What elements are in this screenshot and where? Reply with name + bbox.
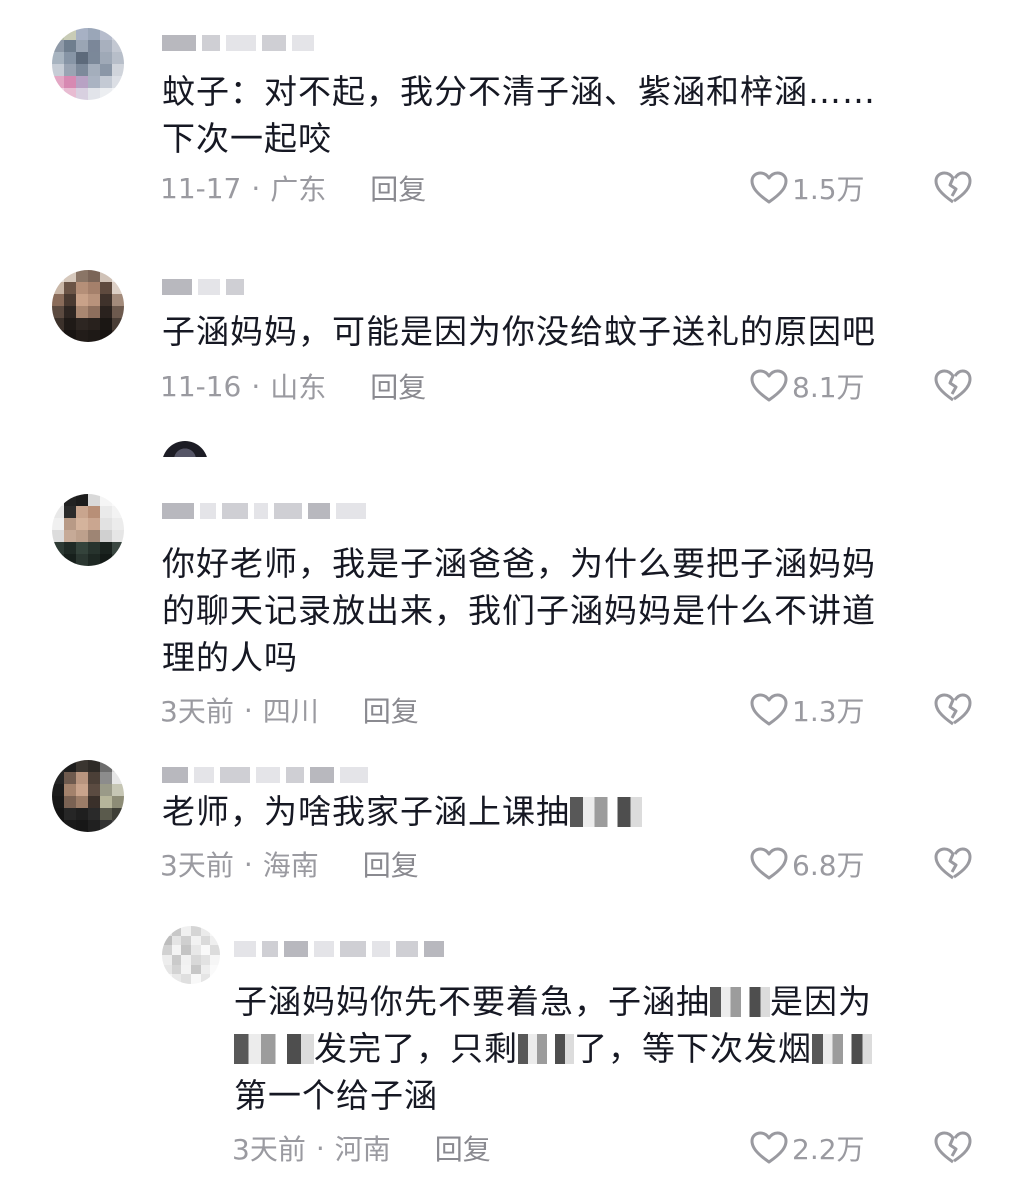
dislike-button[interactable] [933,844,973,884]
comment-text: 老师，为啥我家子涵上课抽 [162,788,642,835]
like-button[interactable]: 8.1万 [750,366,865,406]
heart-outline-icon [750,1131,788,1164]
comment-date: 3天前 [160,849,234,882]
avatar[interactable] [52,28,124,100]
like-button[interactable]: 6.8万 [750,844,865,884]
censor-mosaic [710,987,770,1017]
reply-button[interactable]: 回复 [435,1128,491,1168]
broken-heart-icon [934,693,972,726]
like-count: 2.2万 [792,1133,865,1166]
comment-date: 11-16 [160,369,242,403]
reply-button[interactable]: 回复 [370,168,426,208]
username-blurred[interactable] [162,276,244,298]
separator-dot: · [243,847,253,881]
username-blurred[interactable] [162,764,368,786]
reply-text-line2: 发完了，只剩 [314,1029,518,1068]
comment-location: 山东 [270,371,327,404]
like-button[interactable]: 1.3万 [750,690,865,730]
comment-location: 河南 [334,1133,391,1166]
comment-text-visible: 老师，为啥我家子涵上课抽 [162,792,570,831]
reply-button[interactable]: 回复 [363,690,419,730]
comment-date: 11-17 [160,171,242,205]
avatar[interactable] [162,926,220,984]
dislike-button[interactable] [933,690,973,730]
reply-text-line3: 第一个给子涵 [234,1076,438,1115]
partial-avatar [162,441,208,457]
avatar[interactable] [52,760,124,832]
dislike-button[interactable] [933,1128,973,1168]
censor-mosaic [518,1034,574,1064]
comment-meta: 3天前 · 海南 回复 [160,844,419,884]
username-blurred[interactable] [234,938,444,960]
reply-text: 子涵妈妈你先不要着急，子涵抽 是因为发完了，只剩 了，等下次发烟第一个给子涵 [234,978,872,1119]
comment-meta: 11-16 · 山东 回复 [160,366,426,406]
separator-dot: · [251,369,261,403]
separator-dot: · [251,171,261,205]
broken-heart-icon [934,1131,972,1164]
like-count: 6.8万 [792,849,865,882]
separator-dot: · [243,693,253,727]
avatar[interactable] [52,270,124,342]
username-blurred[interactable] [162,500,366,522]
like-count: 1.5万 [792,173,865,206]
broken-heart-icon [934,369,972,402]
reply-text-line1-end: 是因为 [770,982,872,1021]
dislike-button[interactable] [933,366,973,406]
censor-mosaic [570,797,642,827]
reply-button[interactable]: 回复 [370,366,426,406]
comment-text: 蚊子：对不起，我分不清子涵、紫涵和梓涵…… 下次一起咬 [162,72,876,158]
separator-dot: · [315,1131,325,1165]
comment-location: 四川 [262,695,319,728]
comment-location: 海南 [262,849,319,882]
broken-heart-icon [934,171,972,204]
like-count: 8.1万 [792,371,865,404]
dislike-button[interactable] [933,168,973,208]
like-count: 1.3万 [792,695,865,728]
censor-mosaic [234,1034,314,1064]
comment-meta: 3天前 · 河南 回复 [232,1128,491,1168]
comment-text: 你好老师，我是子涵爸爸，为什么要把子涵妈妈 的聊天记录放出来，我们子涵妈妈是什么… [162,544,876,677]
reply-text-line2-end: 了，等下次发烟 [574,1029,812,1068]
reply-button[interactable]: 回复 [363,844,419,884]
censor-mosaic [812,1034,872,1064]
heart-outline-icon [750,693,788,726]
like-button[interactable]: 1.5万 [750,168,865,208]
avatar[interactable] [52,494,124,566]
comment-date: 3天前 [160,695,234,728]
heart-outline-icon [750,171,788,204]
like-button[interactable]: 2.2万 [750,1128,865,1168]
broken-heart-icon [934,847,972,880]
heart-outline-icon [750,369,788,402]
heart-outline-icon [750,847,788,880]
comment-text: 子涵妈妈，可能是因为你没给蚊子送礼的原因吧 [162,312,876,351]
comment-meta: 3天前 · 四川 回复 [160,690,419,730]
username-blurred[interactable] [162,32,314,54]
comment-date: 3天前 [232,1133,306,1166]
comment-meta: 11-17 · 广东 回复 [160,168,426,208]
comment-location: 广东 [270,173,327,206]
reply-text-line1: 子涵妈妈你先不要着急，子涵抽 [234,982,710,1021]
